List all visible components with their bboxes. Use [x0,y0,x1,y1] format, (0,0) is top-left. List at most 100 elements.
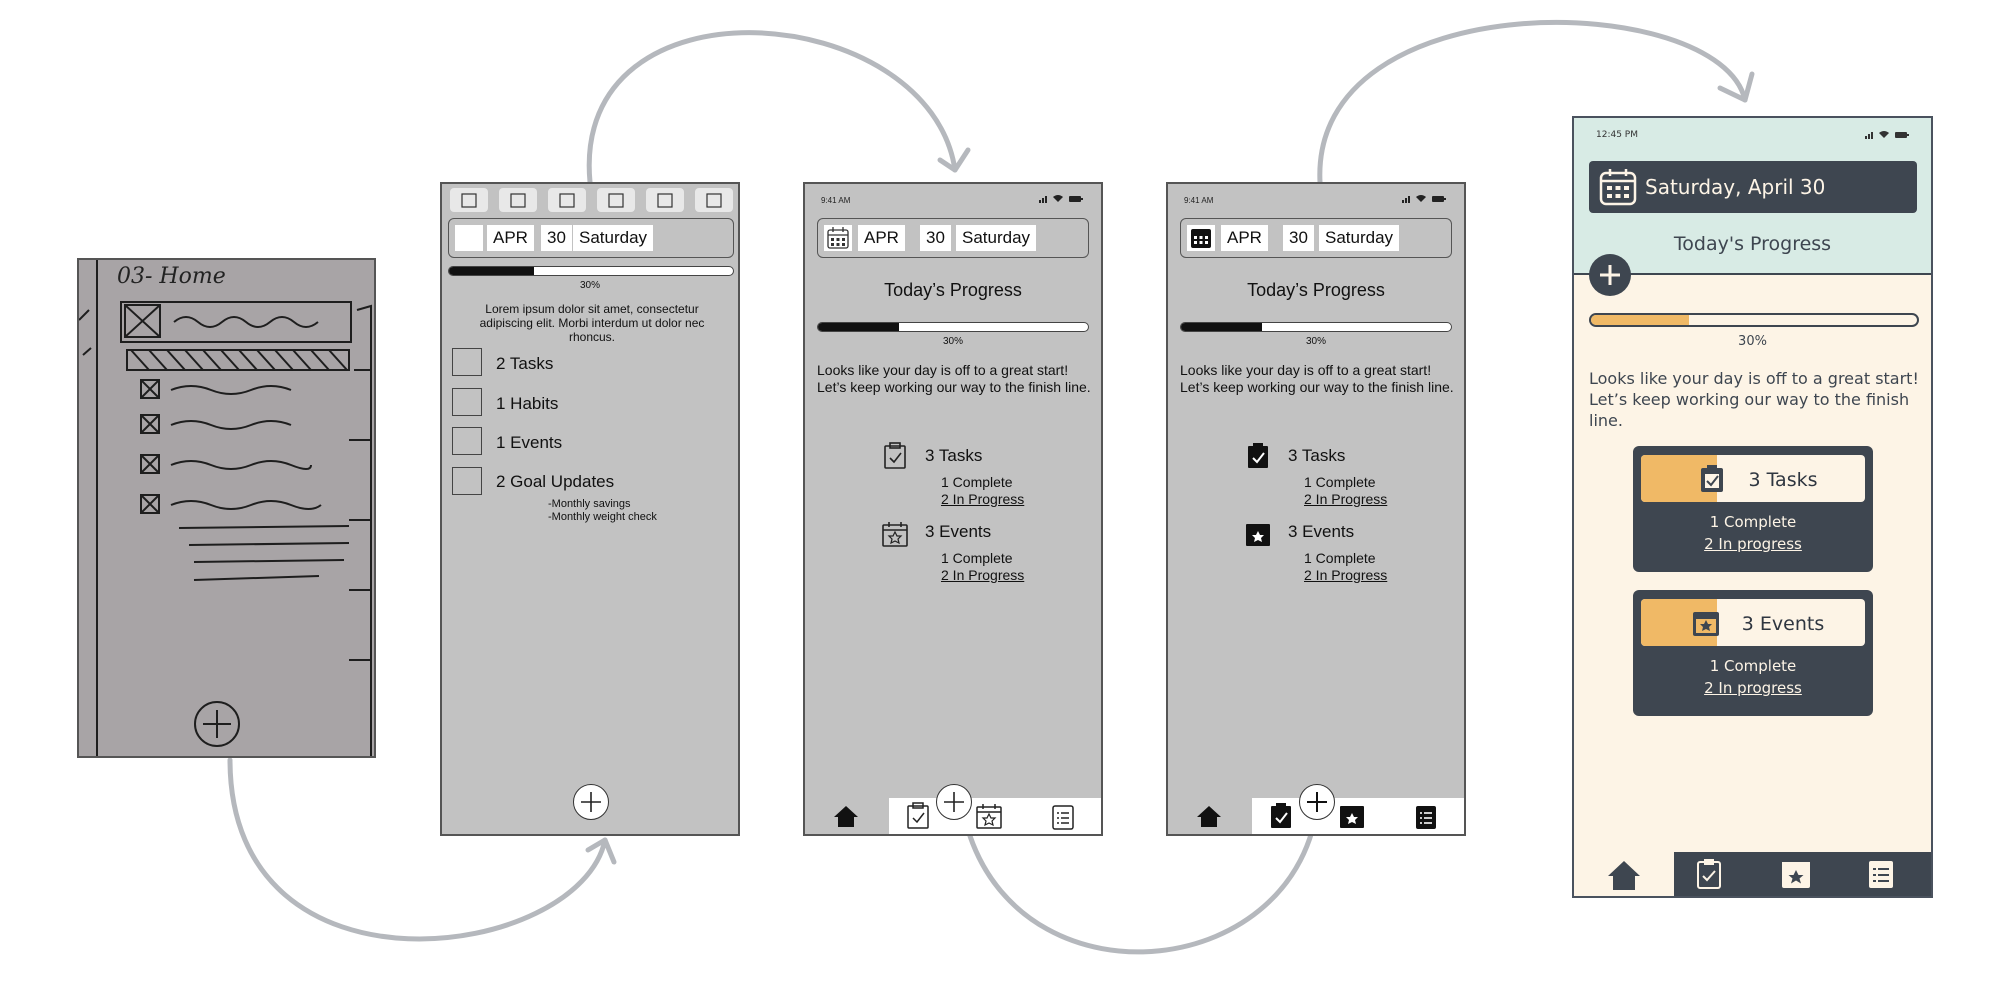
add-button[interactable] [936,784,972,820]
tasks-in-progress-link[interactable]: 2 In progress [1633,534,1873,555]
progress-title: Today’s Progress [884,280,1022,300]
progress-bar [448,266,734,276]
progress-title: Today's Progress [1673,233,1832,255]
list-item-goal-updates[interactable]: 2 Goal Updates [496,472,614,492]
screen-hifi: 12:45 PM Saturday, April 30 Today's Prog… [1572,116,1933,898]
tasks-title: 3 Tasks [1748,469,1818,491]
item-checkbox[interactable] [452,348,482,376]
home-icon[interactable] [1607,859,1641,891]
date-month: APR [1221,225,1268,251]
flow-arrow-2 [586,30,958,185]
clipboard-check-icon[interactable] [906,802,930,830]
date-label: Saturday, April 30 [1645,175,1826,199]
status-time: 12:45 PM [1596,130,1638,140]
tasks-complete: 1 Complete [1709,513,1797,531]
plus-icon [944,792,964,812]
date-bar: APR 30 Saturday [817,218,1089,258]
events-title[interactable]: 3 Events [1288,522,1354,542]
calendar-star-icon[interactable] [975,802,1003,830]
list-icon[interactable] [1051,803,1075,831]
tasks-complete: 1 Complete [941,474,1013,490]
calendar-star-icon [1246,524,1270,546]
goal-detail: -Monthly weight check [548,511,657,523]
list-item-events[interactable]: 1 Events [496,433,562,453]
add-button[interactable] [573,784,609,820]
bottom-nav [1574,852,1931,896]
plus-icon [581,792,601,812]
add-button[interactable] [1299,784,1335,820]
status-icons [1402,195,1446,203]
status-time: 9:41 AM [1184,196,1214,205]
home-icon[interactable] [833,804,859,828]
progress-bar [817,322,1089,332]
date-month: APR [858,225,905,251]
clipboard-check-icon[interactable] [1696,858,1722,890]
progress-message: Looks like your day is off to a great st… [817,362,1091,395]
clipboard-check-icon [884,442,906,469]
screen-midfi-filled: 9:41 AM APR 30 Saturday Today’s Progress… [1166,182,1466,836]
clipboard-check-icon[interactable] [1269,802,1293,830]
events-in-progress-link[interactable]: 2 In Progress [941,567,1024,584]
events-title[interactable]: 3 Events [925,522,991,542]
calendar-icon-box [1187,225,1215,251]
progress-fill [818,323,899,331]
progress-fill [1181,323,1262,331]
tasks-card-header: 3 Tasks [1641,455,1865,502]
progress-fill [449,267,535,275]
sketch-drawing [79,260,372,756]
date-weekday: Saturday [573,225,654,251]
progress-message: Looks like your day is off to a great st… [1589,369,1919,430]
progress-bar [1180,322,1452,332]
list-item-habits[interactable]: 1 Habits [496,394,558,414]
calendar-star-icon[interactable] [1780,858,1812,890]
events-complete: 1 Complete [1304,550,1376,566]
progress-percent: 30% [579,280,600,291]
calendar-icon [827,227,849,249]
date-weekday: Saturday [956,225,1037,251]
status-icons [1039,195,1083,203]
lorem-text: Lorem ipsum dolor sit amet, consectetur … [479,302,705,344]
calendar-placeholder [455,225,483,251]
date-bar: APR 30 Saturday [448,218,734,258]
list-item-tasks[interactable]: 2 Tasks [496,354,553,374]
events-complete: 1 Complete [941,550,1013,566]
progress-title: Today’s Progress [1247,280,1385,300]
list-icon[interactable] [1867,858,1895,890]
events-title: 3 Events [1741,613,1825,635]
home-icon[interactable] [1196,804,1222,828]
sketch-wireframe: 03- Home [77,258,376,758]
events-in-progress-link[interactable]: 2 In progress [1633,678,1873,699]
events-complete: 1 Complete [1709,657,1797,675]
item-checkbox[interactable] [452,467,482,495]
top-tab-row [450,188,733,212]
plus-icon [1307,792,1327,812]
status-time: 9:41 AM [821,196,851,205]
calendar-star-icon[interactable] [1338,802,1366,830]
screen-lofi: APR 30 Saturday 30% Lorem ipsum dolor si… [440,182,740,836]
date-bar: APR 30 Saturday [1180,218,1452,258]
screen-midfi: 9:41 AM APR 30 Saturday Today’s Progress… [803,182,1103,836]
progress-percent: 30% [1738,334,1767,349]
tasks-in-progress-link[interactable]: 2 In Progress [941,491,1024,508]
tasks-card[interactable]: 3 Tasks 1 Complete 2 In progress [1633,446,1873,572]
date-month: APR [487,225,534,251]
progress-message: Looks like your day is off to a great st… [1180,362,1454,395]
events-in-progress-link[interactable]: 2 In Progress [1304,567,1387,584]
item-checkbox[interactable] [452,427,482,455]
calendar-icon [1599,169,1637,206]
add-button[interactable] [1589,254,1631,296]
date-day: 30 [541,225,572,251]
events-card-header: 3 Events [1641,599,1865,646]
tasks-title[interactable]: 3 Tasks [925,446,982,466]
events-card[interactable]: 3 Events 1 Complete 2 In progress [1633,590,1873,716]
progress-bar [1589,313,1919,327]
calendar-star-icon [882,522,908,547]
date-weekday: Saturday [1319,225,1400,251]
tasks-in-progress-link[interactable]: 2 In Progress [1304,491,1387,508]
tasks-complete: 1 Complete [1304,474,1376,490]
item-checkbox[interactable] [452,388,482,416]
status-icons [1865,131,1909,139]
progress-fill [1591,315,1689,325]
tasks-title[interactable]: 3 Tasks [1288,446,1345,466]
list-icon[interactable] [1414,803,1438,831]
